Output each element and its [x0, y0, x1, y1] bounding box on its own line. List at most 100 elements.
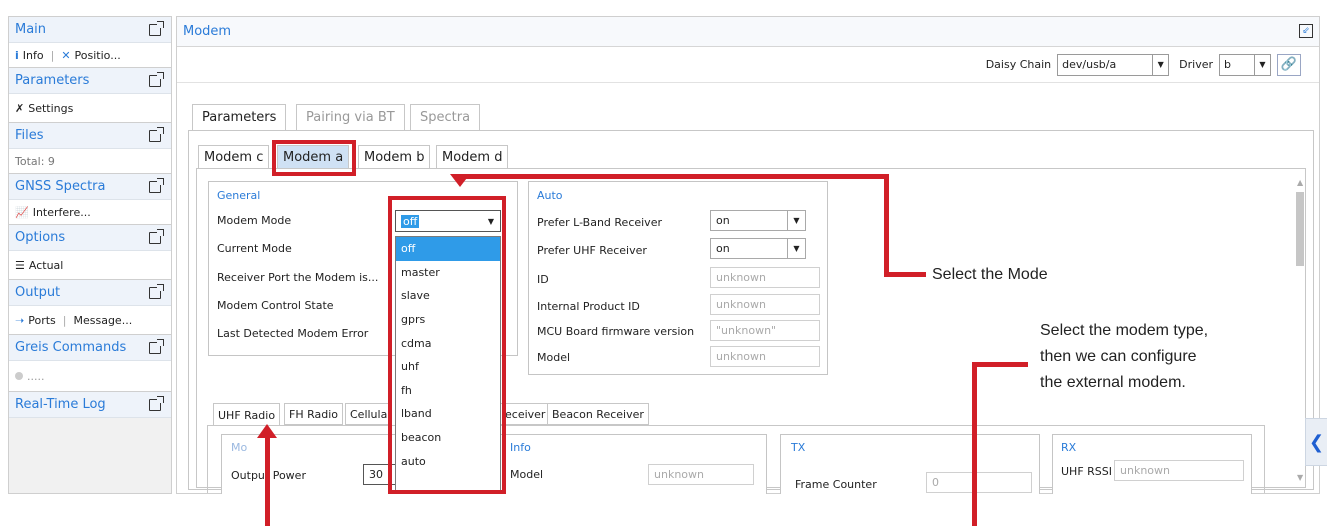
tab-label: eceiver [505, 407, 546, 421]
chevron-down-icon: ▼ [787, 239, 805, 258]
frame-counter-field: 0 [926, 472, 1032, 493]
sidebar-header-label: Parameters [15, 73, 90, 88]
sidebar-item-messages[interactable]: Message... [73, 314, 132, 327]
sidebar: Main i Info | ✕ Positio... Parameters ✗ … [8, 16, 172, 494]
mcu-firmware-value: "unknown" [716, 324, 777, 337]
prefer-uhf-select[interactable]: on ▼ [710, 238, 806, 259]
tab-receiver[interactable]: eceiver [501, 403, 551, 425]
callout-line [972, 362, 977, 526]
tab-modem-d[interactable]: Modem d [436, 145, 509, 169]
model-value: unknown [716, 350, 766, 363]
callout-select-mode: Select the Mode [932, 266, 1048, 283]
scrollbar-thumb[interactable] [1296, 192, 1304, 266]
tab-spectra[interactable]: Spectra [410, 104, 481, 130]
sidebar-item-settings[interactable]: Settings [28, 102, 73, 115]
sidebar-item-ports[interactable]: Ports [28, 314, 56, 327]
scroll-up-icon[interactable]: ▲ [1297, 178, 1303, 187]
popout-icon[interactable] [149, 228, 164, 244]
sidebar-header-files[interactable]: Files [9, 123, 171, 149]
chevron-down-icon: ▼ [1152, 54, 1168, 75]
frame-counter-label: Frame Counter [795, 478, 877, 491]
chart-icon: 📈 [15, 205, 29, 219]
popout-icon[interactable] [149, 177, 164, 193]
sidebar-header-parameters[interactable]: Parameters [9, 68, 171, 94]
sidebar-header-gnss-spectra[interactable]: GNSS Spectra [9, 174, 171, 200]
tab-uhf-radio[interactable]: UHF Radio [213, 403, 281, 426]
prefer-lband-value: on [716, 214, 730, 227]
wrench-icon: ✗ [15, 101, 25, 115]
popout-icon[interactable] [149, 338, 164, 354]
scroll-down-icon[interactable]: ▼ [1297, 473, 1303, 482]
link-button[interactable]: 🔗 [1277, 53, 1301, 76]
popout-icon[interactable] [149, 283, 164, 299]
toolbar: Daisy Chain dev/usb/a ▼ Driver b ▼ 🔗 [177, 47, 1319, 83]
sidebar-header-output[interactable]: Output [9, 280, 171, 306]
greis-commands-placeholder: ..... [27, 369, 45, 383]
callout-line [265, 436, 270, 526]
callout-line [884, 174, 889, 276]
tab-beacon-receiver[interactable]: Beacon Receiver [547, 403, 649, 425]
callout-line [972, 362, 1028, 367]
tab-label: Cellula [350, 407, 388, 421]
restore-icon[interactable]: ⇙ [1299, 24, 1313, 38]
tab-label: Parameters [202, 110, 277, 125]
daisy-chain-value: dev/usb/a [1062, 58, 1117, 71]
tab-modem-c[interactable]: Modem c [198, 145, 270, 169]
tab-pairing-bt[interactable]: Pairing via BT [296, 104, 405, 130]
popout-icon[interactable] [149, 20, 164, 36]
tab-cellular[interactable]: Cellula [345, 403, 393, 425]
uhf-model-field: unknown [648, 464, 754, 485]
callout-select-modem-type: Select the modem type, then we can confi… [1040, 318, 1310, 396]
internal-product-id-value: unknown [716, 298, 766, 311]
id-value: unknown [716, 271, 766, 284]
popout-icon[interactable] [149, 126, 164, 142]
radio-dot-icon [15, 372, 23, 380]
window-titlebar: Modem ⇙ [177, 17, 1319, 47]
tx-title: TX [791, 441, 806, 454]
sidebar-section-options: Options ☰ Actual [9, 225, 171, 280]
driver-select[interactable]: b ▼ [1219, 53, 1271, 76]
driver-label: Driver [1179, 58, 1213, 71]
model-field: unknown [710, 346, 820, 367]
sidebar-header-greis-commands[interactable]: Greis Commands [9, 335, 171, 361]
sidebar-subitems: ☰ Actual [9, 251, 171, 279]
tab-parameters[interactable]: Parameters [192, 104, 287, 130]
prefer-lband-select[interactable]: on ▼ [710, 210, 806, 231]
sidebar-header-options[interactable]: Options [9, 225, 171, 251]
window-title: Modem [183, 24, 232, 39]
internal-product-id-label: Internal Product ID [537, 300, 640, 313]
tab-modem-b[interactable]: Modem b [358, 145, 431, 169]
sidebar-header-main[interactable]: Main [9, 17, 171, 43]
sidebar-item-info[interactable]: Info [23, 49, 44, 62]
sidebar-item-actual[interactable]: Actual [29, 259, 63, 272]
tab-label: Spectra [420, 110, 471, 125]
sidebar-section-gnss-spectra: GNSS Spectra 📈 Interfere... [9, 174, 171, 225]
rx-title: RX [1061, 441, 1077, 454]
sidebar-header-realtime-log[interactable]: Real-Time Log [9, 392, 171, 418]
sidebar-header-label: Main [15, 22, 47, 37]
last-modem-error-label: Last Detected Modem Error [217, 327, 369, 340]
tab-label: UHF Radio [218, 408, 276, 422]
output-power-value: 30 [369, 468, 383, 481]
sidebar-section-files: Files Total: 9 [9, 123, 171, 174]
driver-value: b [1224, 58, 1231, 71]
popout-icon[interactable] [149, 395, 164, 411]
sidebar-subitems: i Info | ✕ Positio... [9, 43, 171, 67]
daisy-chain-select[interactable]: dev/usb/a ▼ [1057, 53, 1170, 76]
popout-icon[interactable] [149, 71, 164, 87]
sidebar-subitems: ➝ Ports | Message... [9, 306, 171, 334]
collapse-panel-button[interactable]: ❮ [1305, 418, 1327, 466]
uhf-rssi-value: unknown [1120, 464, 1170, 477]
arrow-icon: ➝ [15, 313, 25, 327]
id-label: ID [537, 273, 549, 286]
uhf-rssi-field: unknown [1114, 460, 1244, 481]
sidebar-header-label: Options [15, 230, 66, 245]
sidebar-item-position[interactable]: Positio... [75, 49, 121, 62]
uhf-model-label: Model [510, 468, 544, 481]
sidebar-item-interference[interactable]: Interfere... [33, 206, 91, 219]
chevron-left-icon: ❮ [1308, 431, 1325, 453]
mcu-firmware-field: "unknown" [710, 320, 820, 341]
divider: | [62, 313, 67, 327]
tab-fh-radio[interactable]: FH Radio [284, 403, 344, 425]
callout-line [884, 272, 926, 277]
